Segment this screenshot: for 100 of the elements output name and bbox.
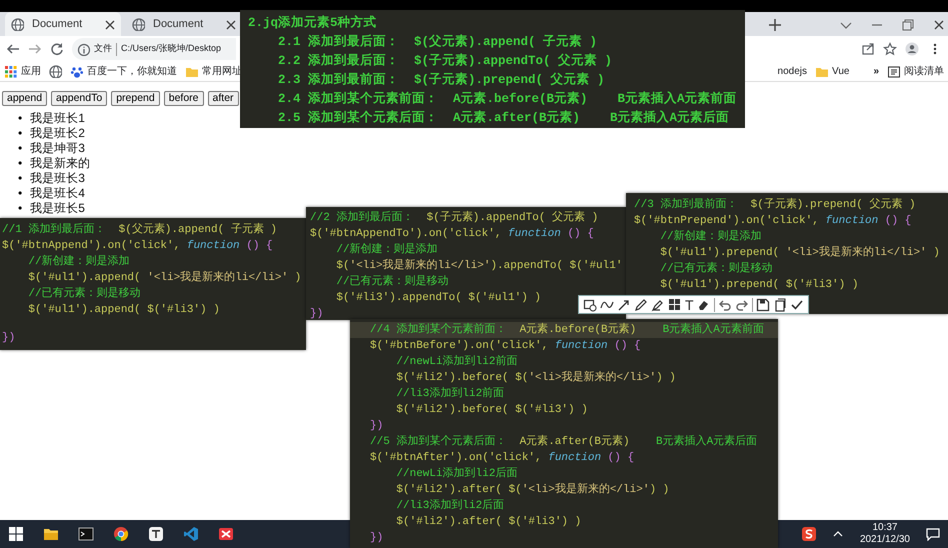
arrow-icon[interactable] [617,298,631,312]
code-line: }) [369,531,384,546]
code-line: $('<li>我是新来的li</li>').appendTo( $('#ul1' [335,258,622,274]
back-arrow-icon[interactable] [6,42,20,56]
code-line: //已有元素：则是移动 [659,261,773,277]
restore-icon[interactable] [901,18,914,30]
code-line: //li3添加到li2后面 [395,498,506,514]
code-line: $('#btnAppend').on('click', function () { [2,239,273,254]
clock-time: 10:37 [871,522,898,534]
undo-icon[interactable] [718,298,732,312]
windows-start-icon[interactable] [8,526,24,542]
code-line: $('#btnPrepend').on('click', function () { [634,214,912,229]
folder-icon[interactable] [43,526,59,542]
code-line: //5 添加到某个元素后面： A元素.after(B元素) B元素插入A元素后面 [369,434,758,450]
bullet: • [18,141,22,156]
input-method-icon[interactable] [802,527,816,541]
notes-line: 2.1 添加到最后面： $(父元素).append( 子元素 ) [277,33,598,51]
reload-icon[interactable] [50,42,64,56]
globe-icon[interactable] [49,65,62,78]
code-line: $('#btnAfter').on('click', function () { [369,451,636,466]
page-button[interactable]: before [164,91,204,106]
browser-tab[interactable]: Document [126,12,242,36]
notes-line: 2.2 添加到最后面： $(子元素).appendTo( 父元素 ) [277,52,614,70]
info-icon [77,42,90,56]
paw-icon[interactable] [70,65,83,78]
list-item: 我是新来的 [30,156,90,171]
clock-date: 2021/12/30 [860,534,910,546]
globe-icon [11,18,24,30]
site-info-label: 文件 [94,42,112,56]
code-line: //1 添加到最后面： $(父元素).append( 子元素 ) [2,222,278,238]
share-icon[interactable] [861,42,875,56]
code-line: $('#li2').before( $('<li>我是新来的</li>') ) [395,370,677,386]
code-line: $('#li2').after( $('#li3') ) [395,515,582,530]
bookmarks-overflow[interactable]: » [873,64,879,79]
notes-line: 2.5 添加到某个元素后面： A元素.after(B元素) B元素插入A元素后面 [277,109,730,127]
code-line: $('#ul1').prepend( $('#li3') ) [659,278,858,293]
close-icon[interactable] [224,18,236,30]
list-item: 我是班长1 [30,111,85,126]
page-button[interactable]: after [208,91,239,106]
bookmark-label[interactable]: 应用 [21,64,41,79]
code-line: //li3添加到li2前面 [395,386,506,402]
code-line: }) [310,307,324,322]
select-rectangle-icon[interactable] [583,298,597,312]
page-button[interactable]: prepend [111,91,160,106]
marker-icon[interactable] [651,298,665,312]
mind-map-app-icon[interactable] [218,526,234,542]
bullet: • [18,156,22,171]
redo-icon[interactable] [734,298,749,312]
notification-icon[interactable] [926,527,940,541]
bookmark-label[interactable]: 百度一下，你就知道 [87,64,177,79]
bullet: • [18,171,22,186]
code-line: $('#btnAppendTo').on('click', function () { [310,227,594,242]
code-line: //已有元素：则是移动 [27,286,141,302]
code-line: //2 添加到最后面： $(子元素).appendTo( 父元素 ) [310,210,598,226]
star-icon[interactable] [883,42,897,56]
browser-tab[interactable]: Document [5,12,121,36]
globe-icon [132,18,145,30]
url-text: C:/Users/张晓坤/Desktop [121,42,222,56]
terminal-icon[interactable] [78,526,94,542]
check-icon[interactable] [790,298,804,312]
code-line: //新创建：则是添加 [27,254,130,270]
code-line: }) [2,331,16,346]
list-item: 我是坤哥3 [30,141,85,156]
reading-list-button[interactable]: 阅读清单 [887,64,944,79]
page-button[interactable]: append [2,91,48,106]
chrome-icon[interactable] [113,526,129,542]
address-bar[interactable]: 文件 C:/Users/张晓坤/Desktop [72,38,236,60]
code-line: $('#li2').before( $('#li3') ) [395,403,589,418]
text-tool[interactable]: T [685,296,694,312]
code-editor-icon[interactable] [183,526,199,542]
code-line: //3 添加到最前面： $(子元素).prepend( 父元素 ) [634,197,916,213]
bookmark-label[interactable]: nodejs [778,64,808,79]
plus-icon[interactable] [768,18,781,30]
code-line: $('#btnBefore').on('click', function () { [369,339,642,354]
document-app-icon[interactable] [148,526,164,542]
code-line: //新创建：则是添加 [335,242,438,258]
bullet: • [18,111,22,126]
code-line: $('#ul1').prepend( '<li>我是新来的li</li>' ) [659,245,940,261]
list-item: 我是班长3 [30,171,85,186]
bullet: • [18,201,22,216]
copy-icon[interactable] [772,298,787,312]
profile-icon[interactable] [905,42,920,56]
code-line: //新创建：则是添加 [659,229,762,245]
close-icon[interactable] [932,18,945,30]
list-item: 我是班长4 [30,186,85,201]
code-line: $('#ul1').append( $('#li3') ) [27,303,220,318]
bookmark-label[interactable]: Vue [832,64,850,79]
save-icon[interactable] [756,298,770,312]
pencil-icon[interactable] [634,298,648,312]
apps-grid-icon[interactable] [4,65,17,78]
code-line: $('#li2').after( $('<li>我是新来的</li>') ) [395,482,670,498]
code-line: $('#ul1').append( '<li>我是新来的li</li>' ) [27,270,302,286]
page-button[interactable]: appendTo [51,91,108,106]
notes-title: 2.jq添加元素5种方式 [248,14,378,32]
code-line: //已有元素：则是移动 [335,274,449,290]
bullet: • [18,186,22,201]
mosaic-icon[interactable] [668,298,682,312]
list-item: 我是班长2 [30,126,85,141]
close-icon[interactable] [103,18,115,30]
code-line: $('#li3').appendTo( $('#ul1') ) [335,291,542,306]
